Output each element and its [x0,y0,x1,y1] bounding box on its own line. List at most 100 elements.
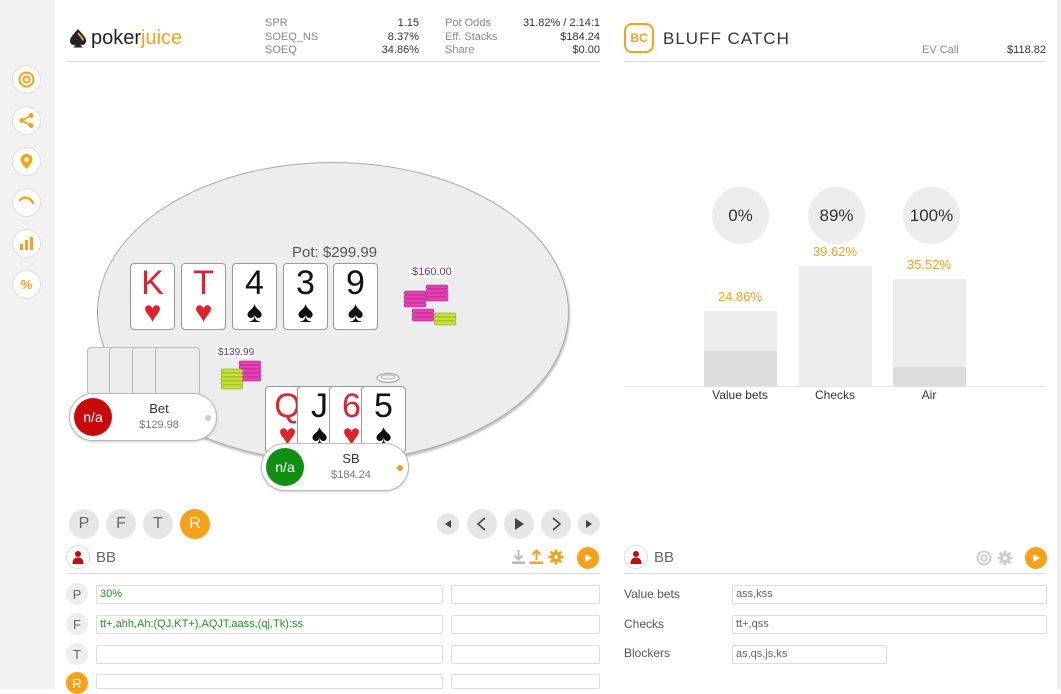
bar-inner-fill [703,351,777,386]
upload-icon[interactable] [529,549,544,570]
next-step-button[interactable] [541,509,571,539]
ev-call-label: EV Call [922,44,959,56]
ev-call-value: $118.82 [1007,44,1046,56]
card-rank: T [193,264,214,302]
sidebar: % [0,0,54,689]
logo-icon [68,28,88,48]
card-rank: 3 [296,264,315,302]
last-step-button[interactable] [578,513,600,535]
street-flop-button[interactable]: F [106,509,136,539]
value-bets-input[interactable]: ass,kss [732,585,1047,604]
chart-baseline [624,386,1046,387]
bar-value-label: 39.62% [812,244,858,259]
row-letter-preflop[interactable]: P [66,583,88,605]
card-rank: K [141,264,164,302]
board-card-3: 4 ♠ [232,263,277,330]
blockers-input[interactable]: as,qs,js,ks [732,645,887,664]
support-icon[interactable] [976,550,992,571]
checks-input[interactable]: tt+,qss [732,615,1047,634]
stat-value-share: $0.00 [572,44,600,56]
percent-icon[interactable]: % [12,270,41,299]
range-extra-turn[interactable] [451,645,600,664]
stat-value-eff-stacks: $184.24 [560,31,600,43]
board-card-2: T ♥ [181,263,226,330]
board-card-4: 3 ♠ [283,263,328,330]
bet-amount-bb: $139.99 [216,347,257,358]
street-river-button[interactable]: R [180,509,210,539]
street-turn-button[interactable]: T [143,509,173,539]
value-bets-label: Value bets [624,587,680,601]
row-letter-river[interactable]: R [66,672,88,694]
bluff-catch-badge: BC [624,23,654,53]
checks-label: Checks [624,617,665,631]
arc-icon[interactable] [12,188,41,217]
seat-sb[interactable]: n/a SB $184.24 [261,443,409,491]
card-rank: 4 [245,264,264,302]
dealer-chip-icon [376,373,400,383]
seat-sb-avatar: n/a [266,448,304,486]
street-preflop-button[interactable]: P [69,509,99,539]
stat-value-soeq-ns: 8.37% [387,31,419,43]
range-input-turn[interactable] [96,645,443,664]
bar-category-label: Checks [814,388,855,402]
logo-text-poker: poker [91,26,142,49]
bar-chart-icon[interactable] [12,229,41,258]
stat-value-spr: 1.15 [397,17,419,29]
chevron-right-icon [552,517,562,531]
seat-bb-action: Bet [149,401,169,416]
range-extra-flop[interactable] [451,615,600,634]
chip-stack-main [403,284,457,326]
board-card-1: K ♥ [130,263,175,330]
range-input-preflop[interactable]: 30% [96,585,443,604]
equity-bubble-checks: 89% [808,187,865,244]
settings-gear-icon[interactable] [548,549,564,570]
stat-label-pot-odds: Pot Odds [445,17,491,29]
support-icon[interactable] [12,65,41,94]
stat-label-share: Share [445,44,475,56]
play-step-button[interactable] [504,509,534,539]
spade-suit-icon: ♠ [297,296,314,329]
play-icon [515,518,524,530]
left-panel-divider [66,573,600,574]
seat-sb-indicator [397,465,403,471]
first-step-button[interactable] [437,513,459,535]
bar-category-label: Air [921,388,937,402]
stat-label-soeq-ns: SOEQ_NS [265,31,319,43]
skip-back-icon [445,520,451,528]
bar-inner-fill [892,367,966,386]
range-input-flop[interactable]: tt+,ahh,Ah:(QJ,KT+),AQJT,aass,(qj,Tk):ss [96,615,443,634]
card-rank: 5 [374,387,393,425]
stat-label-eff-stacks: Eff. Stacks [445,31,498,43]
player-icon-left [66,545,90,569]
range-extra-river[interactable] [451,674,600,689]
spade-suit-icon: ♠ [347,296,364,329]
stat-label-soeq: SOEQ [265,44,297,56]
share-icon[interactable] [12,106,41,135]
row-letter-turn[interactable]: T [66,643,88,665]
range-input-river[interactable] [96,674,443,689]
seat-sb-position: SB [342,451,360,466]
settings-gear-icon[interactable] [997,550,1013,571]
bet-amount-main: $160.00 [410,266,454,278]
run-left-button[interactable] [577,547,599,569]
download-icon[interactable] [511,549,526,570]
chip-stack-bb [220,360,262,390]
seat-bb-indicator [205,415,211,421]
row-letter-flop[interactable]: F [66,613,88,635]
bar-value-label: 35.52% [906,257,952,272]
range-extra-preflop[interactable] [451,585,600,604]
chevron-left-icon [476,517,486,531]
seat-sb-stack: $184.24 [331,469,371,481]
run-right-button[interactable] [1025,547,1047,569]
stat-label-spr: SPR [265,17,288,29]
blockers-label: Blockers [624,646,671,660]
seat-bb-avatar: n/a [74,398,112,436]
heart-suit-icon: ♥ [194,296,213,329]
stat-value-soeq: 34.86% [381,44,419,56]
seat-bb[interactable]: n/a Bet $129.98 [69,393,217,441]
bar-checks [798,266,872,386]
location-pin-icon[interactable] [12,147,41,176]
right-panel-player: BB [654,549,675,566]
skip-forward-icon [586,520,592,528]
prev-step-button[interactable] [467,509,497,539]
